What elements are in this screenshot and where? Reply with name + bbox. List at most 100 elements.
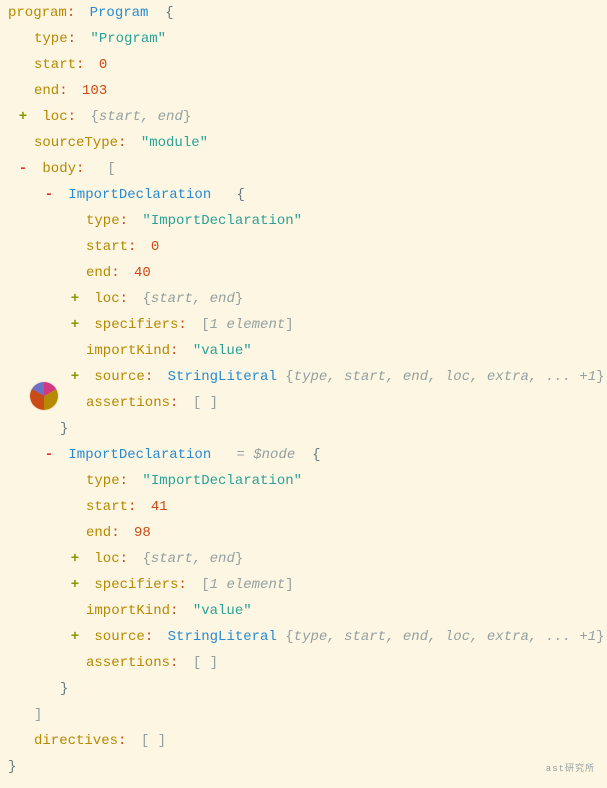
- close-brace: }: [60, 681, 68, 697]
- number-value: 0: [151, 239, 159, 255]
- node-header[interactable]: program: Program {: [8, 0, 599, 26]
- collapse-icon[interactable]: -: [42, 182, 56, 208]
- open-brace: {: [165, 5, 173, 21]
- prop-row[interactable]: start: 41: [8, 494, 599, 520]
- number-value: 98: [134, 525, 151, 541]
- prop-row-collapsed[interactable]: + loc: {start, end}: [8, 104, 599, 130]
- type-name: Program: [90, 5, 149, 21]
- object-preview: start, end: [99, 109, 183, 125]
- ast-viewer: program: Program { type: "Program" start…: [0, 0, 607, 788]
- close-brace-row: }: [8, 676, 599, 702]
- string-value: "value": [193, 603, 252, 619]
- prop-row-collapsed[interactable]: + loc: {start, end}: [8, 546, 599, 572]
- prop-row-collapsed[interactable]: + specifiers: [1 element]: [8, 312, 599, 338]
- type-name: StringLiteral: [168, 629, 277, 645]
- prop-row[interactable]: assertions: [ ]: [8, 390, 599, 416]
- colon: :: [67, 5, 75, 21]
- key-label: program: [8, 5, 67, 21]
- number-value: 103: [82, 83, 107, 99]
- object-preview: start, end: [151, 551, 235, 567]
- key-label: importKind: [86, 343, 170, 359]
- key-label: type: [34, 31, 68, 47]
- open-brace: {: [312, 447, 320, 463]
- key-label: loc: [42, 109, 67, 125]
- prop-row[interactable]: start: 0: [8, 234, 599, 260]
- key-label: start: [86, 499, 128, 515]
- prop-row[interactable]: end: 40: [8, 260, 599, 286]
- prop-row[interactable]: importKind: "value": [8, 338, 599, 364]
- key-label: assertions: [86, 655, 170, 671]
- prop-row[interactable]: directives: [ ]: [8, 728, 599, 754]
- node-header[interactable]: - ImportDeclaration = $node {: [8, 442, 599, 468]
- prop-row[interactable]: start: 0: [8, 52, 599, 78]
- type-name: StringLiteral: [168, 369, 277, 385]
- object-preview: type, start, end, loc, extra, ... +1: [294, 629, 596, 645]
- key-label: importKind: [86, 603, 170, 619]
- expand-icon[interactable]: +: [68, 624, 82, 650]
- prop-row[interactable]: type: "Program": [8, 26, 599, 52]
- open-brace: {: [236, 187, 244, 203]
- close-brace: }: [60, 421, 68, 437]
- string-value: "ImportDeclaration": [142, 213, 302, 229]
- empty-array: [ ]: [141, 733, 166, 749]
- prop-row[interactable]: end: 98: [8, 520, 599, 546]
- node-header[interactable]: - ImportDeclaration {: [8, 182, 599, 208]
- key-label: loc: [94, 551, 119, 567]
- key-label: specifiers: [94, 317, 178, 333]
- type-name: ImportDeclaration: [68, 187, 211, 203]
- prop-row[interactable]: assertions: [ ]: [8, 650, 599, 676]
- empty-array: [ ]: [193, 655, 218, 671]
- expand-icon[interactable]: +: [16, 104, 30, 130]
- collapse-icon[interactable]: -: [16, 156, 30, 182]
- prop-row-collapsed[interactable]: + loc: {start, end}: [8, 286, 599, 312]
- open-bracket: [: [107, 161, 115, 177]
- number-value: 0: [99, 57, 107, 73]
- number-value: 40: [134, 265, 151, 281]
- prop-row[interactable]: type: "ImportDeclaration": [8, 468, 599, 494]
- prop-row[interactable]: importKind: "value": [8, 598, 599, 624]
- expand-icon[interactable]: +: [68, 312, 82, 338]
- key-label: directives: [34, 733, 118, 749]
- prop-row[interactable]: end: 103: [8, 78, 599, 104]
- type-name: ImportDeclaration: [68, 447, 211, 463]
- expand-icon[interactable]: +: [68, 572, 82, 598]
- key-label: start: [86, 239, 128, 255]
- annotation: = $node: [236, 447, 295, 463]
- pie-decoration-icon: [30, 382, 58, 410]
- close-brace-row: }: [8, 754, 599, 780]
- object-preview: type, start, end, loc, extra, ... +1: [294, 369, 596, 385]
- key-label: body: [42, 161, 76, 177]
- close-bracket-row: ]: [8, 702, 599, 728]
- array-open-row[interactable]: - body: [: [8, 156, 599, 182]
- key-label: assertions: [86, 395, 170, 411]
- key-label: type: [86, 213, 120, 229]
- close-bracket: ]: [34, 707, 42, 723]
- key-label: source: [94, 629, 144, 645]
- key-label: source: [94, 369, 144, 385]
- prop-row-collapsed[interactable]: + source: StringLiteral {type, start, en…: [8, 624, 599, 650]
- key-label: start: [34, 57, 76, 73]
- prop-row[interactable]: type: "ImportDeclaration": [8, 208, 599, 234]
- empty-array: [ ]: [193, 395, 218, 411]
- object-preview: start, end: [151, 291, 235, 307]
- key-label: type: [86, 473, 120, 489]
- collapse-icon[interactable]: -: [42, 442, 56, 468]
- key-label: sourceType: [34, 135, 118, 151]
- string-value: "Program": [90, 31, 166, 47]
- expand-icon[interactable]: +: [68, 286, 82, 312]
- expand-icon[interactable]: +: [68, 364, 82, 390]
- prop-row[interactable]: sourceType: "module": [8, 130, 599, 156]
- string-value: "module": [141, 135, 208, 151]
- key-label: specifiers: [94, 577, 178, 593]
- close-brace: }: [8, 759, 16, 775]
- string-value: "ImportDeclaration": [142, 473, 302, 489]
- watermark: ast研究所: [546, 756, 595, 782]
- prop-row-collapsed[interactable]: + source: StringLiteral {type, start, en…: [8, 364, 599, 390]
- array-preview: 1 element: [210, 317, 286, 333]
- key-label: end: [86, 265, 111, 281]
- string-value: "value": [193, 343, 252, 359]
- expand-icon[interactable]: +: [68, 546, 82, 572]
- prop-row-collapsed[interactable]: + specifiers: [1 element]: [8, 572, 599, 598]
- close-brace-row: }: [8, 416, 599, 442]
- key-label: end: [86, 525, 111, 541]
